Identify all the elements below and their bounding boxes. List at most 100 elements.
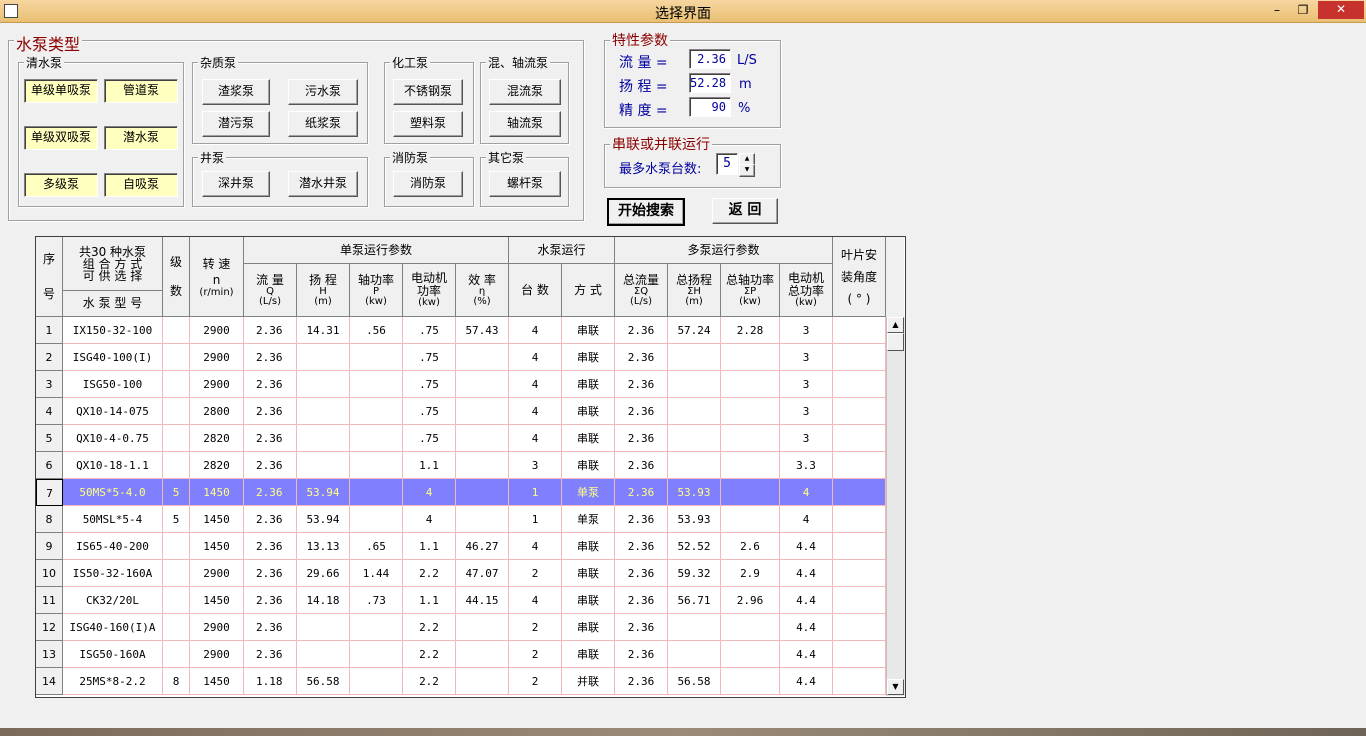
cell-flow: 2.36: [244, 344, 297, 371]
row-number[interactable]: 8: [36, 506, 63, 533]
slurry-pump-button[interactable]: 渣浆泵: [202, 79, 270, 105]
row-number[interactable]: 9: [36, 533, 63, 560]
stainless-steel-pump-button[interactable]: 不锈钢泵: [393, 79, 463, 105]
cell-speed: 2900: [190, 560, 244, 587]
head-input[interactable]: 52.28: [689, 73, 731, 93]
cell-total-head: 53.93: [668, 506, 721, 533]
head-label: 扬 程 =: [619, 79, 668, 95]
cell-run-mode: 串联: [562, 452, 615, 479]
scroll-down-button[interactable]: ▼: [887, 679, 904, 695]
pipeline-pump-button[interactable]: 管道泵: [104, 79, 178, 103]
submersible-sewage-pump-button[interactable]: 潜污泵: [202, 111, 270, 137]
cell-total-motor-power: 3: [780, 425, 833, 452]
row-number[interactable]: 13: [36, 641, 63, 668]
table-row[interactable]: 6 QX10-18-1.1 2820 2.36 1.1 3 串联 2.36 3.3: [36, 452, 886, 479]
table-row[interactable]: 2 ISG40-100(I) 2900 2.36.75 4 串联 2.36 3: [36, 344, 886, 371]
flow-input[interactable]: 2.36: [689, 49, 731, 69]
table-row[interactable]: 11 CK32/20L 1450 2.36 14.18.73 1.1 44.15 4 串联 2.3…: [36, 587, 886, 614]
row-number[interactable]: 10: [36, 560, 63, 587]
cell-run-mode: 串联: [562, 560, 615, 587]
maximize-button[interactable]: ❐: [1292, 2, 1314, 18]
fire-pump-button[interactable]: 消防泵: [393, 171, 463, 197]
precision-input[interactable]: 90: [689, 97, 731, 117]
cell-shaft-power: [350, 344, 403, 371]
results-grid[interactable]: 序号 共30 种水泵组 合 方 式可 供 选 择 水 泵 型 号 级数 转 速n…: [35, 236, 906, 698]
table-row[interactable]: 4 QX10-14-075 2800 2.36.75 4 串联 2.36 3: [36, 398, 886, 425]
cell-total-motor-power: 4.4: [780, 560, 833, 587]
row-number[interactable]: 12: [36, 614, 63, 641]
cell-pump-count: 3: [509, 452, 562, 479]
minimize-button[interactable]: –: [1266, 2, 1288, 18]
cell-total-flow: 2.36: [615, 668, 668, 695]
cell-head: 14.18: [297, 587, 350, 614]
back-button[interactable]: 返 回: [712, 198, 778, 224]
cell-total-head: [668, 614, 721, 641]
cell-shaft-power: [350, 641, 403, 668]
row-number[interactable]: 1: [36, 317, 63, 344]
cell-pump-count: 2: [509, 614, 562, 641]
submersible-well-pump-button[interactable]: 潜水井泵: [288, 171, 358, 197]
max-pump-count-input[interactable]: 5: [716, 153, 738, 175]
maximize-icon: ❐: [1297, 3, 1309, 17]
flow-label: 流 量 =: [619, 55, 668, 71]
close-button[interactable]: ✕: [1318, 1, 1364, 19]
cell-pump-count: 4: [509, 398, 562, 425]
table-row[interactable]: 5 QX10-4-0.75 2820 2.36.75 4 串联 2.36 3: [36, 425, 886, 452]
row-number[interactable]: 14: [36, 668, 63, 695]
row-number[interactable]: 7: [36, 479, 63, 506]
table-row[interactable]: 7 50MS*5-4.0 5 1450 2.36 53.94 4 1 单泵 2.36 53.93 4: [36, 479, 886, 506]
start-search-button[interactable]: 开始搜索: [607, 198, 685, 226]
table-row[interactable]: 12 ISG40-160(I)A 2900 2.36 2.2 2 串联 2.36 4.4: [36, 614, 886, 641]
cell-motor-power: 4: [403, 479, 456, 506]
sewage-pump-button[interactable]: 污水泵: [288, 79, 358, 105]
cell-total-head: [668, 425, 721, 452]
cell-total-motor-power: 4.4: [780, 533, 833, 560]
cell-speed: 1450: [190, 533, 244, 560]
row-number[interactable]: 6: [36, 452, 63, 479]
cell-motor-power: .75: [403, 371, 456, 398]
table-row[interactable]: 9 IS65-40-200 1450 2.36 13.13.65 1.1 46.27 4 串联 2…: [36, 533, 886, 560]
submersible-pump-button[interactable]: 潜水泵: [104, 126, 178, 150]
cell-head: [297, 425, 350, 452]
spin-down-button[interactable]: ▼: [739, 164, 755, 177]
table-row[interactable]: 1 IX150-32-100 2900 2.36 14.31.56.75 57.43 4 串联…: [36, 317, 886, 344]
table-row[interactable]: 13 ISG50-160A 2900 2.36 2.2 2 串联 2.36 4.4: [36, 641, 886, 668]
cell-motor-power: 2.2: [403, 614, 456, 641]
table-row[interactable]: 3 ISG50-100 2900 2.36.75 4 串联 2.36 3: [36, 371, 886, 398]
cell-head: [297, 344, 350, 371]
cell-pump-count: 4: [509, 317, 562, 344]
header-seq: 序号: [36, 237, 63, 317]
single-stage-double-suction-button[interactable]: 单级双吸泵: [24, 126, 98, 150]
row-number[interactable]: 2: [36, 344, 63, 371]
vertical-scrollbar[interactable]: ▲ ▼: [886, 317, 905, 696]
row-number[interactable]: 4: [36, 398, 63, 425]
pulp-pump-button[interactable]: 纸浆泵: [288, 111, 358, 137]
scroll-thumb[interactable]: [887, 333, 904, 351]
self-priming-pump-button[interactable]: 自吸泵: [104, 173, 178, 197]
table-row[interactable]: 10 IS50-32-160A 2900 2.36 29.66 1.44 2.2 47.07 2…: [36, 560, 886, 587]
deep-well-pump-button[interactable]: 深井泵: [202, 171, 270, 197]
cell-speed: 1450: [190, 479, 244, 506]
cell-total-flow: 2.36: [615, 452, 668, 479]
cell-pump-count: 4: [509, 425, 562, 452]
cell-run-mode: 串联: [562, 587, 615, 614]
max-pump-count-label: 最多水泵台数:: [619, 162, 702, 177]
single-stage-single-suction-button[interactable]: 单级单吸泵: [24, 79, 98, 103]
cell-total-shaft-power: [721, 479, 780, 506]
cell-shaft-power: [350, 506, 403, 533]
mixed-flow-pump-button[interactable]: 混流泵: [489, 79, 561, 105]
multistage-pump-button[interactable]: 多级泵: [24, 173, 98, 197]
table-row[interactable]: 8 50MSL*5-4 5 1450 2.36 53.94 4 1 单泵 2.36 53.93 4: [36, 506, 886, 533]
screw-pump-button[interactable]: 螺杆泵: [489, 171, 561, 197]
row-number[interactable]: 5: [36, 425, 63, 452]
well-pump-legend: 井泵: [198, 149, 227, 166]
plastic-pump-button[interactable]: 塑料泵: [393, 111, 463, 137]
row-number[interactable]: 11: [36, 587, 63, 614]
cell-blade-angle: [833, 641, 886, 668]
scroll-up-button[interactable]: ▲: [887, 317, 904, 333]
cell-efficiency: 46.27: [456, 533, 509, 560]
row-number[interactable]: 3: [36, 371, 63, 398]
table-row[interactable]: 14 25MS*8-2.2 8 1450 1.18 56.58 2.2 2 并联 2.36 56.5…: [36, 668, 886, 695]
axial-flow-pump-button[interactable]: 轴流泵: [489, 111, 561, 137]
grid-corner: [886, 237, 904, 317]
